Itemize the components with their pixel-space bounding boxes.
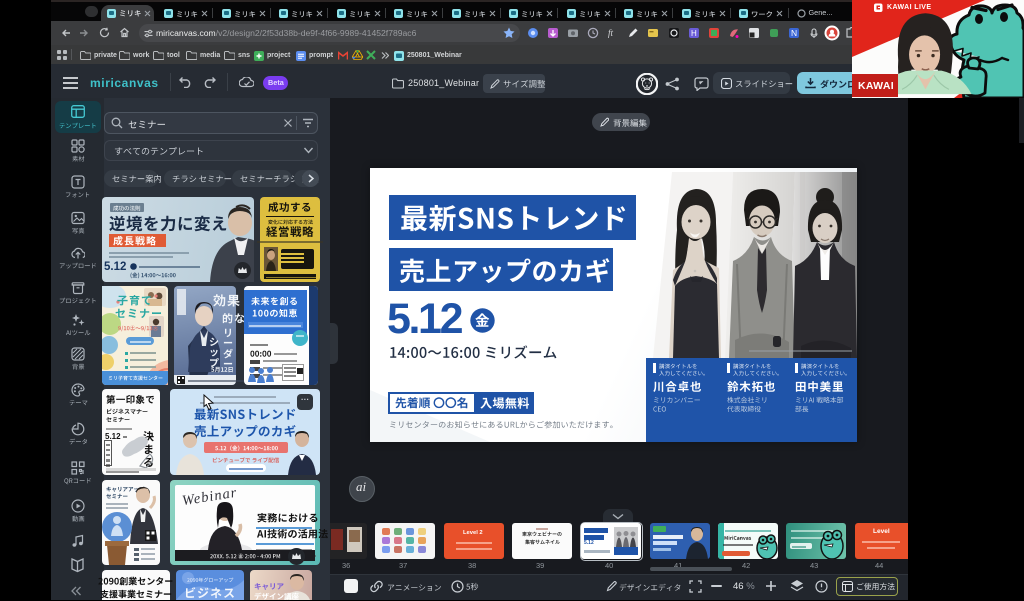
svg-text:ft: ft <box>608 28 614 38</box>
svg-text:H: H <box>691 29 697 38</box>
svg-text:N: N <box>791 28 797 38</box>
